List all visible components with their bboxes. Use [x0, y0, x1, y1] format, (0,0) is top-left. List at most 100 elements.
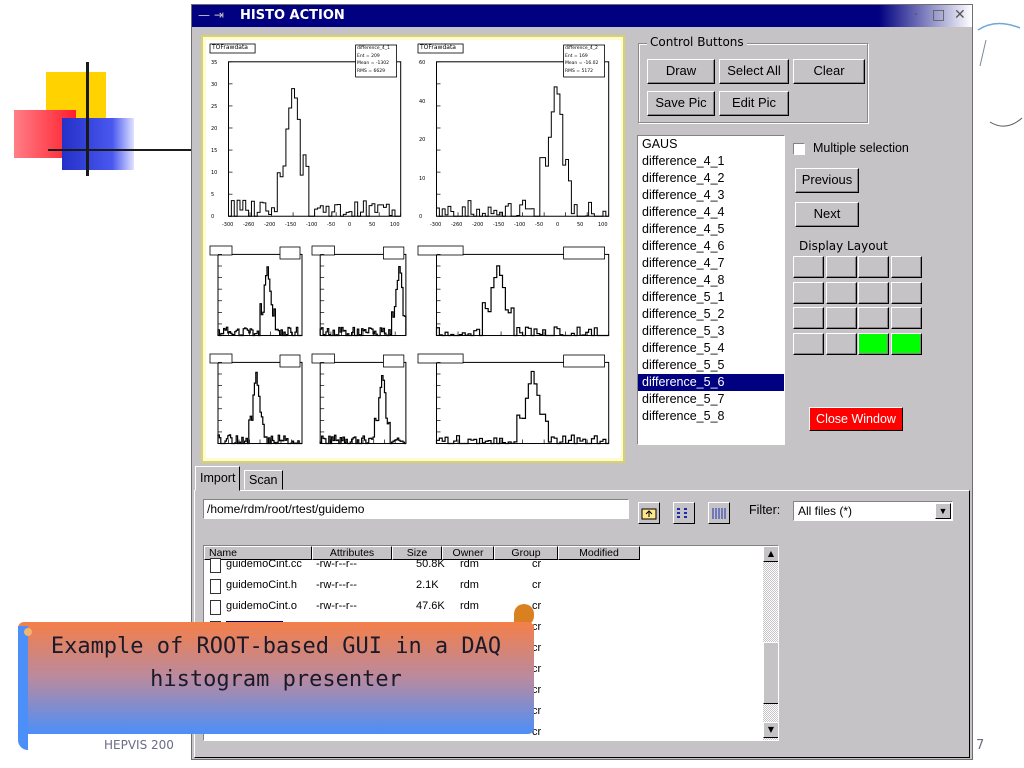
- multiple-selection-checkbox[interactable]: [793, 143, 805, 155]
- x-tick-label: -200: [264, 222, 276, 228]
- filter-value: All files (*): [798, 504, 853, 518]
- edit-pic-button[interactable]: Edit Pic: [719, 91, 789, 116]
- layout-cell[interactable]: [858, 307, 889, 329]
- y-tick-label: 15: [211, 148, 218, 154]
- list-item[interactable]: difference_5_2: [638, 306, 784, 323]
- y-tick-label: 40: [419, 98, 426, 105]
- close-window-button[interactable]: Close Window: [809, 407, 903, 431]
- layout-cell[interactable]: [858, 332, 889, 355]
- tab-import[interactable]: Import: [195, 466, 241, 491]
- pad-stat: Mean = -16.02: [565, 61, 599, 66]
- parent-folder-icon[interactable]: [638, 502, 660, 524]
- scroll-up-icon[interactable]: ▲: [763, 546, 778, 562]
- draw-button[interactable]: Draw: [647, 59, 715, 84]
- file-owner: rdm: [460, 600, 479, 612]
- list-item[interactable]: difference_4_7: [638, 255, 784, 272]
- histogram-pad[interactable]: [416, 244, 621, 348]
- file-size: 47.6K: [416, 600, 445, 612]
- layout-cell[interactable]: [890, 256, 922, 278]
- file-icon: [210, 600, 221, 615]
- layout-cell[interactable]: [858, 281, 889, 304]
- table-row[interactable]: guidemoCint.o -rw-r--r-- 47.6K rdm cr: [204, 596, 760, 617]
- histogram-pad[interactable]: [208, 244, 308, 348]
- close-icon[interactable]: ✕: [954, 8, 966, 22]
- x-tick-label: -260: [243, 222, 255, 228]
- list-item[interactable]: difference_5_3: [638, 323, 784, 340]
- filter-dropdown[interactable]: All files (*) ▼: [793, 501, 953, 521]
- y-tick-label: 25: [211, 104, 218, 110]
- layout-cell[interactable]: [825, 281, 857, 304]
- y-tick-label: 0: [211, 214, 215, 220]
- layout-cell[interactable]: [890, 332, 922, 355]
- details-view-icon[interactable]: [708, 502, 730, 524]
- previous-button[interactable]: Previous: [795, 168, 859, 193]
- list-item[interactable]: difference_4_5: [638, 221, 784, 238]
- layout-cell[interactable]: [890, 281, 922, 304]
- list-view-icon[interactable]: [673, 502, 695, 524]
- file-size: 2.1K: [416, 579, 439, 591]
- maximize-icon[interactable]: □: [932, 8, 945, 22]
- layout-cell[interactable]: [793, 332, 824, 355]
- save-pic-button[interactable]: Save Pic: [647, 91, 715, 116]
- list-item[interactable]: difference_5_8: [638, 408, 784, 425]
- caption-curl-left: [18, 626, 32, 750]
- layout-cell[interactable]: [793, 256, 824, 278]
- list-item[interactable]: difference_5_6: [638, 374, 784, 391]
- histogram-pad[interactable]: [310, 352, 412, 456]
- select-all-button[interactable]: Select All: [719, 59, 789, 84]
- list-item[interactable]: difference_4_4: [638, 204, 784, 221]
- layout-cell[interactable]: [793, 307, 824, 329]
- chevron-down-icon[interactable]: ▼: [935, 503, 951, 519]
- scroll-thumb[interactable]: [763, 642, 778, 704]
- list-item[interactable]: difference_5_4: [638, 340, 784, 357]
- minimize-icon[interactable]: ·: [914, 8, 918, 22]
- list-item[interactable]: difference_5_1: [638, 289, 784, 306]
- y-tick-label: 10: [211, 170, 218, 176]
- file-list-scrollbar[interactable]: ▲ ▼: [763, 546, 778, 740]
- y-tick-label: 0: [419, 214, 423, 220]
- clear-button[interactable]: Clear: [793, 59, 865, 84]
- pad-stat: difference_4_2: [565, 46, 598, 51]
- list-item[interactable]: difference_4_3: [638, 187, 784, 204]
- canvas-area: TOFrawdata difference_4_1 Ent = 209 Mean = …: [206, 40, 621, 458]
- histogram-canvas[interactable]: TOFrawdata difference_4_1 Ent = 209 Mean = …: [201, 35, 625, 463]
- histogram-pad[interactable]: [208, 352, 308, 456]
- y-tick-label: 5: [211, 192, 215, 198]
- table-row[interactable]: guidemoCint.cc -rw-r--r-- 50.8K rdm cr: [204, 554, 760, 575]
- file-group: cr: [532, 558, 542, 570]
- layout-cell[interactable]: [858, 256, 889, 278]
- window-menu-icon[interactable]: — ⇥: [198, 8, 224, 22]
- histogram-pad[interactable]: [416, 352, 621, 456]
- x-tick-label: -150: [285, 222, 297, 228]
- scroll-down-icon[interactable]: ▼: [763, 722, 778, 738]
- x-tick-label: -150: [493, 222, 505, 228]
- next-button[interactable]: Next: [795, 202, 859, 227]
- list-item[interactable]: difference_4_2: [638, 170, 784, 187]
- path-input[interactable]: /home/rdm/root/rtest/guidemo: [203, 499, 629, 519]
- file-name: guidemoCint.h: [226, 579, 297, 591]
- histogram-list[interactable]: GAUS difference_4_1 difference_4_2 differen…: [637, 135, 785, 445]
- histogram-pad[interactable]: [310, 244, 412, 348]
- layout-cell[interactable]: [825, 256, 857, 278]
- layout-cell[interactable]: [825, 332, 857, 355]
- pad-stat: Ent = 169: [565, 53, 588, 59]
- table-row[interactable]: guidemoCint.h -rw-r--r-- 2.1K rdm cr: [204, 575, 760, 596]
- list-item[interactable]: difference_5_7: [638, 391, 784, 408]
- histogram-pad[interactable]: TOFrawdata difference_4_2 Ent = 169 Mean = …: [416, 42, 621, 240]
- list-item[interactable]: difference_4_1: [638, 153, 784, 170]
- histogram-pad[interactable]: TOFrawdata difference_4_1 Ent = 209 Mean = …: [208, 42, 413, 240]
- list-item[interactable]: difference_4_8: [638, 272, 784, 289]
- x-tick-label: -50: [535, 222, 544, 228]
- list-item[interactable]: difference_5_5: [638, 357, 784, 374]
- y-tick-label: 10: [419, 175, 426, 182]
- layout-cell[interactable]: [793, 281, 824, 304]
- multiple-selection-label: Multiple selection: [813, 141, 909, 155]
- logo-blue-square: [62, 118, 134, 170]
- list-item[interactable]: difference_4_6: [638, 238, 784, 255]
- title-bar[interactable]: — ⇥ HISTO ACTION · □ ✕: [192, 5, 972, 27]
- layout-cell[interactable]: [890, 307, 922, 329]
- layout-cell[interactable]: [825, 307, 857, 329]
- tab-scan[interactable]: Scan: [244, 470, 283, 490]
- list-item[interactable]: GAUS: [638, 136, 784, 153]
- x-tick-label: -260: [451, 222, 463, 228]
